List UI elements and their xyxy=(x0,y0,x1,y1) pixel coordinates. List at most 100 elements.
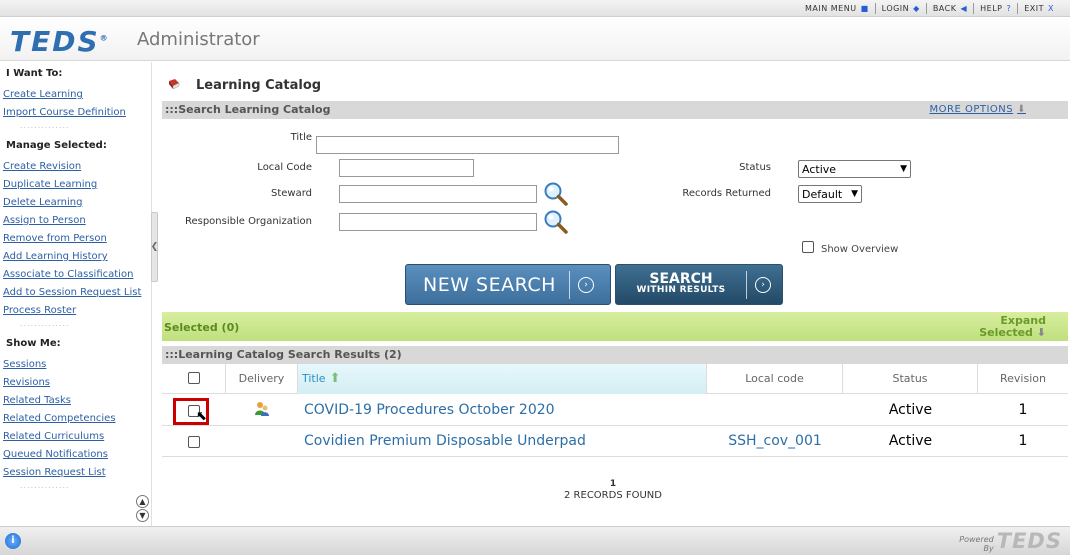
sidebar-item-delete-learning[interactable]: Delete Learning xyxy=(3,197,82,208)
show-overview-checkbox[interactable] xyxy=(802,241,814,253)
sidebar-item-create-learning[interactable]: Create Learning xyxy=(3,89,83,100)
scroll-up-icon[interactable]: ▲ xyxy=(136,495,149,508)
powered-line2: By xyxy=(983,544,994,553)
delivery-instructor-icon xyxy=(255,402,269,416)
sidebar-item-remove-from-person[interactable]: Remove from Person xyxy=(3,233,107,244)
sidebar-item-create-revision[interactable]: Create Revision xyxy=(3,161,81,172)
expand-label-2: Selected xyxy=(979,326,1033,339)
revision-cell: 1 xyxy=(1018,433,1028,449)
title-label: Title xyxy=(290,132,312,143)
scroll-down-icon[interactable]: ▼ xyxy=(136,509,149,522)
sidebar-item-add-learning-history[interactable]: Add Learning History xyxy=(3,251,108,262)
login-link[interactable]: LOGIN ◆ xyxy=(876,3,927,14)
app-window: MAIN MENU ■ LOGIN ◆ BACK ◀ HELP? EXIT X TEDS… xyxy=(0,0,1070,555)
steward-label: Steward xyxy=(270,188,312,199)
back-link[interactable]: BACK ◀ xyxy=(927,3,975,14)
search-within-label: SEARCH WITHIN RESULTS xyxy=(616,270,746,296)
divider: .............. xyxy=(20,319,70,328)
info-icon[interactable]: i xyxy=(5,533,21,549)
select-all-checkbox[interactable] xyxy=(188,372,200,384)
sidebar-item-related-competencies[interactable]: Related Competencies xyxy=(3,413,116,424)
help-icon: ? xyxy=(1006,4,1012,13)
selected-bar: Selected (0) Expand Selected ⬇ xyxy=(162,312,1068,341)
column-header-title[interactable]: Title ⬆ xyxy=(298,364,707,394)
want-heading: I Want To: xyxy=(6,68,63,79)
exit-link[interactable]: EXIT X xyxy=(1018,3,1060,14)
results-section-header: :::Learning Catalog Search Results (2) xyxy=(162,346,1068,364)
sidebar-item-revisions[interactable]: Revisions xyxy=(3,377,50,388)
help-link[interactable]: HELP? xyxy=(974,3,1019,14)
column-header-delivery[interactable]: Delivery xyxy=(226,364,298,394)
collapse-sidebar-handle[interactable]: ❮ xyxy=(151,212,158,282)
records-returned-label: Records Returned xyxy=(682,188,771,199)
sidebar-item-associate-classification[interactable]: Associate to Classification xyxy=(3,269,133,280)
button-divider xyxy=(746,270,747,299)
page-title: Learning Catalog xyxy=(196,78,322,93)
chevron-down-icon: ▼ xyxy=(900,164,907,174)
column-header-revision[interactable]: Revision xyxy=(978,364,1068,394)
go-arrow-icon: › xyxy=(578,276,594,293)
sidebar-item-add-session-request[interactable]: Add to Session Request List xyxy=(3,287,141,298)
steward-input[interactable] xyxy=(339,185,537,203)
powered-by-text: Powered By xyxy=(959,535,993,553)
records-returned-select[interactable]: Default ▼ xyxy=(798,185,862,203)
sidebar-item-assign-to-person[interactable]: Assign to Person xyxy=(3,215,86,226)
responsible-org-label: Responsible Organization xyxy=(184,216,312,227)
main-content: Learning Catalog :::Search Learning Cata… xyxy=(160,62,1070,526)
search-within-results-button[interactable]: SEARCH WITHIN RESULTS › xyxy=(615,264,783,305)
column-header-local-code[interactable]: Local code xyxy=(707,364,843,394)
expand-selected-link[interactable]: Expand Selected ⬇ xyxy=(979,315,1046,339)
back-arrow-icon: ◀ xyxy=(960,4,968,13)
table-row: Covidien Premium Disposable Underpad SSH… xyxy=(162,426,1068,457)
sidebar-item-sessions[interactable]: Sessions xyxy=(3,359,46,370)
login-icon: ◆ xyxy=(913,4,920,13)
org-search-icon[interactable] xyxy=(543,209,569,235)
sidebar-item-queued-notifications[interactable]: Queued Notifications xyxy=(3,449,108,460)
button-divider xyxy=(569,270,570,299)
search-section-title: :::Search Learning Catalog xyxy=(165,103,331,116)
book-icon xyxy=(169,79,180,90)
sidebar-item-duplicate-learning[interactable]: Duplicate Learning xyxy=(3,179,97,190)
row-checkbox[interactable] xyxy=(188,436,200,448)
header: TEDS® Administrator xyxy=(0,17,1070,61)
sidebar-item-process-roster[interactable]: Process Roster xyxy=(3,305,76,316)
app-subtitle: Administrator xyxy=(137,29,260,50)
down-arrow-icon: ⬇ xyxy=(1036,326,1046,339)
table-row: ⬉ COVID-19 Procedures October 2020 Activ… xyxy=(162,395,1068,426)
page-number[interactable]: 1 xyxy=(160,478,1066,490)
learning-title-link[interactable]: COVID-19 Procedures October 2020 xyxy=(304,395,555,426)
go-arrow-icon: › xyxy=(755,276,771,293)
responsible-org-input[interactable] xyxy=(339,213,537,231)
login-label: LOGIN xyxy=(881,4,910,13)
learning-title-link[interactable]: Covidien Premium Disposable Underpad xyxy=(304,426,586,457)
local-code-input[interactable] xyxy=(339,159,474,177)
status-cell: Active xyxy=(888,402,933,418)
select-all-cell xyxy=(162,364,226,394)
table-header: Delivery Title ⬆ Local code Status Revisi… xyxy=(162,364,1068,394)
logo-mark: ® xyxy=(99,33,110,43)
selected-count: Selected (0) xyxy=(164,321,240,334)
sidebar-item-session-request-list[interactable]: Session Request List xyxy=(3,467,106,478)
more-options-link[interactable]: MORE OPTIONS ⬇ xyxy=(930,101,1027,119)
sort-ascending-icon: ⬆ xyxy=(329,371,341,386)
sidebar-item-import-course[interactable]: Import Course Definition xyxy=(3,107,126,118)
show-heading: Show Me: xyxy=(6,338,61,349)
powered-line1: Powered xyxy=(959,535,994,544)
exit-icon: X xyxy=(1048,4,1054,13)
main-menu-link[interactable]: MAIN MENU ■ xyxy=(799,3,876,14)
help-label: HELP xyxy=(980,4,1003,13)
back-label: BACK xyxy=(932,4,957,13)
sidebar: I Want To: Create Learning Import Course… xyxy=(0,62,152,526)
steward-search-icon[interactable] xyxy=(543,181,569,207)
sidebar-item-related-curriculums[interactable]: Related Curriculums xyxy=(3,431,104,442)
title-input[interactable] xyxy=(316,136,619,154)
new-search-button[interactable]: NEW SEARCH › xyxy=(405,264,611,305)
local-code-link[interactable]: SSH_cov_001 xyxy=(707,426,843,457)
sidebar-item-related-tasks[interactable]: Related Tasks xyxy=(3,395,71,406)
column-header-status[interactable]: Status xyxy=(843,364,978,394)
show-overview-label: Show Overview xyxy=(821,244,899,255)
title-header-label: Title xyxy=(302,372,326,385)
search-within-line1: SEARCH xyxy=(649,270,713,287)
status-select[interactable]: Active ▼ xyxy=(798,160,911,178)
records-found: 2 RECORDS FOUND xyxy=(564,490,662,501)
